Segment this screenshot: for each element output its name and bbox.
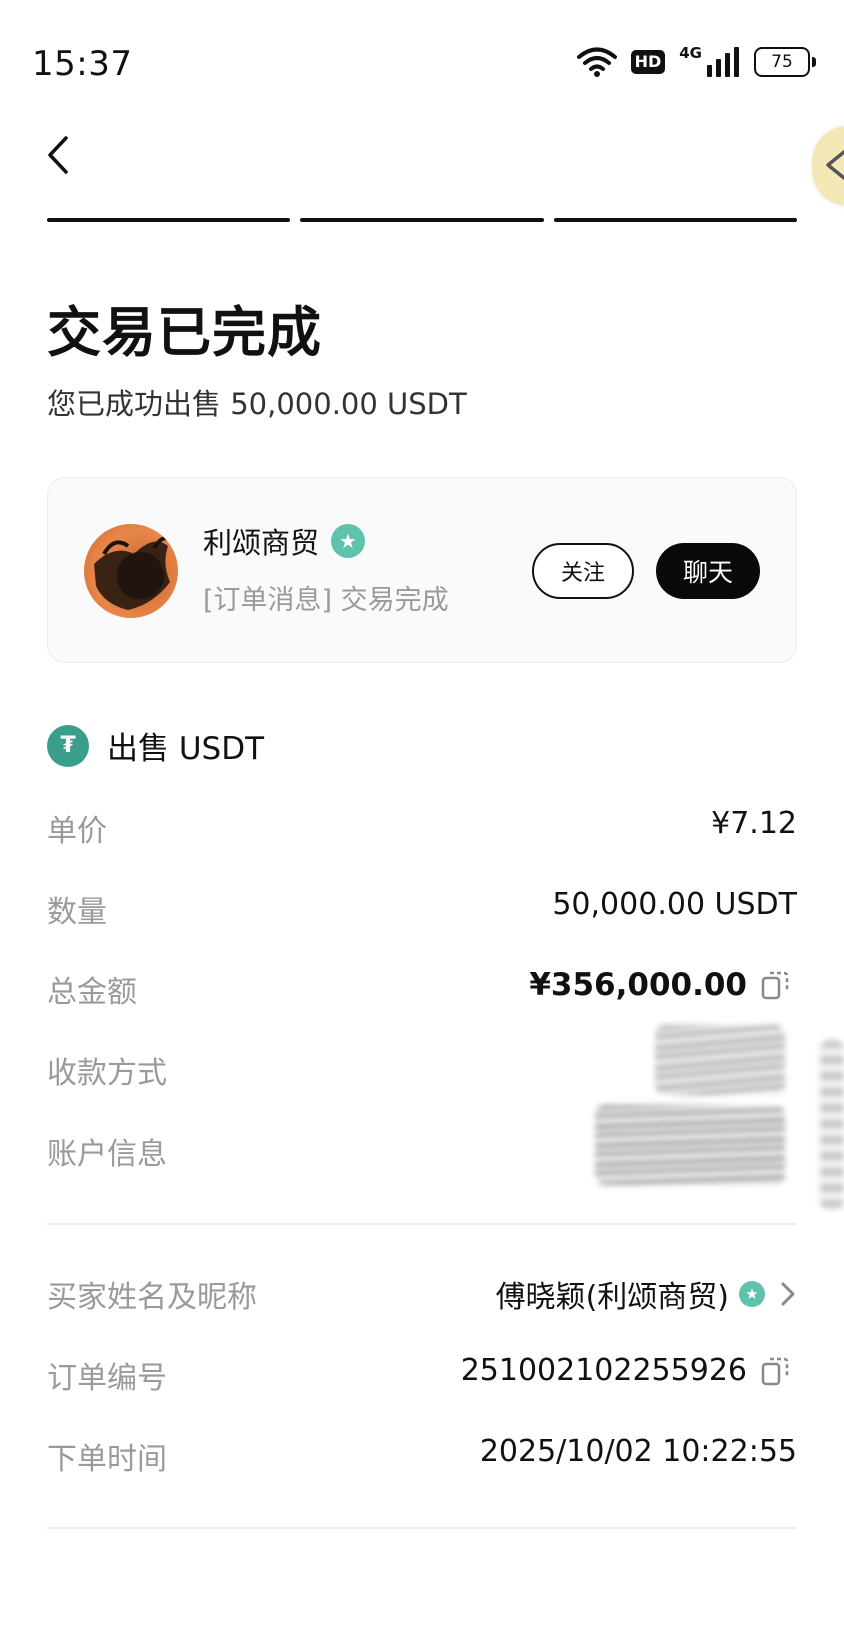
order-number-label: 订单编号 [47, 1361, 167, 1396]
order-number-row: 订单编号 251002102255926 [47, 1353, 797, 1397]
tag-icon [826, 150, 844, 180]
verified-star-icon: ★ [739, 1281, 765, 1307]
chat-button[interactable]: 聊天 [656, 543, 760, 599]
merchant-name[interactable]: 利颂商贸 [203, 520, 319, 562]
quantity-value: 50,000.00 USDT [552, 887, 797, 922]
copy-icon[interactable] [761, 970, 789, 1000]
order-section-title: 出售 USDT [107, 731, 265, 767]
status-icons: HD 4G 75 [576, 44, 816, 80]
quantity-value-wrap: 50,000.00 USDT [552, 887, 797, 922]
chevron-left-icon [48, 136, 68, 174]
total-amount-value: ¥356,000.00 [529, 967, 747, 1003]
unit-price-value-wrap: ¥7.12 [711, 806, 797, 841]
divider [47, 1223, 797, 1225]
order-time-label: 下单时间 [47, 1442, 167, 1477]
progress-step [300, 218, 544, 222]
total-amount-label: 总金额 [47, 975, 137, 1010]
usdt-icon: ₮ [47, 724, 89, 767]
buyer-row[interactable]: 买家姓名及昵称 傅晓颖(利颂商贸) ★ [47, 1272, 797, 1316]
back-button[interactable] [40, 132, 76, 178]
page-title: 交易已完成 [47, 301, 322, 364]
progress-step [47, 218, 291, 222]
status-time: 15:37 [32, 44, 133, 84]
page-subtitle: 您已成功出售 50,000.00 USDT [47, 387, 467, 421]
signal-icon [707, 47, 739, 77]
wifi-icon [576, 47, 617, 77]
verified-star-icon: ★ [331, 524, 366, 558]
buyer-label: 买家姓名及昵称 [47, 1280, 257, 1315]
order-number-value-wrap: 251002102255926 [461, 1353, 789, 1388]
copy-icon[interactable] [761, 1356, 789, 1386]
quantity-row: 数量 50,000.00 USDT [47, 887, 797, 931]
unit-price-row: 单价 ¥7.12 [47, 806, 797, 850]
order-time-row: 下单时间 2025/10/02 10:22:55 [47, 1434, 797, 1478]
quantity-label: 数量 [47, 895, 107, 930]
progress-step [553, 218, 797, 222]
order-time-value: 2025/10/02 10:22:55 [479, 1434, 797, 1469]
battery-icon: 75 [754, 47, 816, 77]
unit-price-value: ¥7.12 [711, 806, 797, 841]
chevron-right-icon[interactable] [779, 1280, 797, 1308]
merchant-name-row[interactable]: 利颂商贸 ★ [203, 520, 366, 562]
divider [47, 1527, 797, 1529]
battery-level: 75 [771, 52, 793, 72]
merchant-message: [订单消息] 交易完成 [203, 585, 449, 616]
total-amount-value-wrap: ¥356,000.00 [529, 967, 789, 1003]
order-number-value: 251002102255926 [460, 1353, 747, 1388]
account-info-label: 账户信息 [47, 1137, 167, 1172]
hd-badge: HD [630, 50, 666, 74]
buyer-value-wrap[interactable]: 傅晓颖(利颂商贸) ★ [496, 1272, 797, 1316]
redacted-edge-mark [820, 1040, 844, 1210]
unit-price-label: 单价 [47, 814, 107, 849]
redacted-account-info [595, 1105, 785, 1185]
bull-logo-icon [94, 536, 174, 610]
order-section-header: ₮ 出售 USDT [47, 723, 264, 768]
order-time-value-wrap: 2025/10/02 10:22:55 [480, 1434, 797, 1469]
payment-method-label: 收款方式 [47, 1056, 167, 1091]
floating-side-button[interactable] [812, 126, 844, 206]
network-label: 4G [679, 44, 702, 62]
status-bar: 15:37 HD 4G 75 [0, 0, 844, 120]
buyer-value[interactable]: 傅晓颖(利颂商贸) [496, 1272, 729, 1316]
progress-steps [47, 218, 797, 222]
merchant-card[interactable]: 利颂商贸 ★ [订单消息] 交易完成 关注 聊天 [47, 477, 797, 663]
total-amount-row: 总金额 ¥356,000.00 [47, 967, 797, 1011]
avatar[interactable] [84, 524, 178, 618]
redacted-payment-info [655, 1025, 785, 1095]
follow-button[interactable]: 关注 [532, 543, 634, 599]
